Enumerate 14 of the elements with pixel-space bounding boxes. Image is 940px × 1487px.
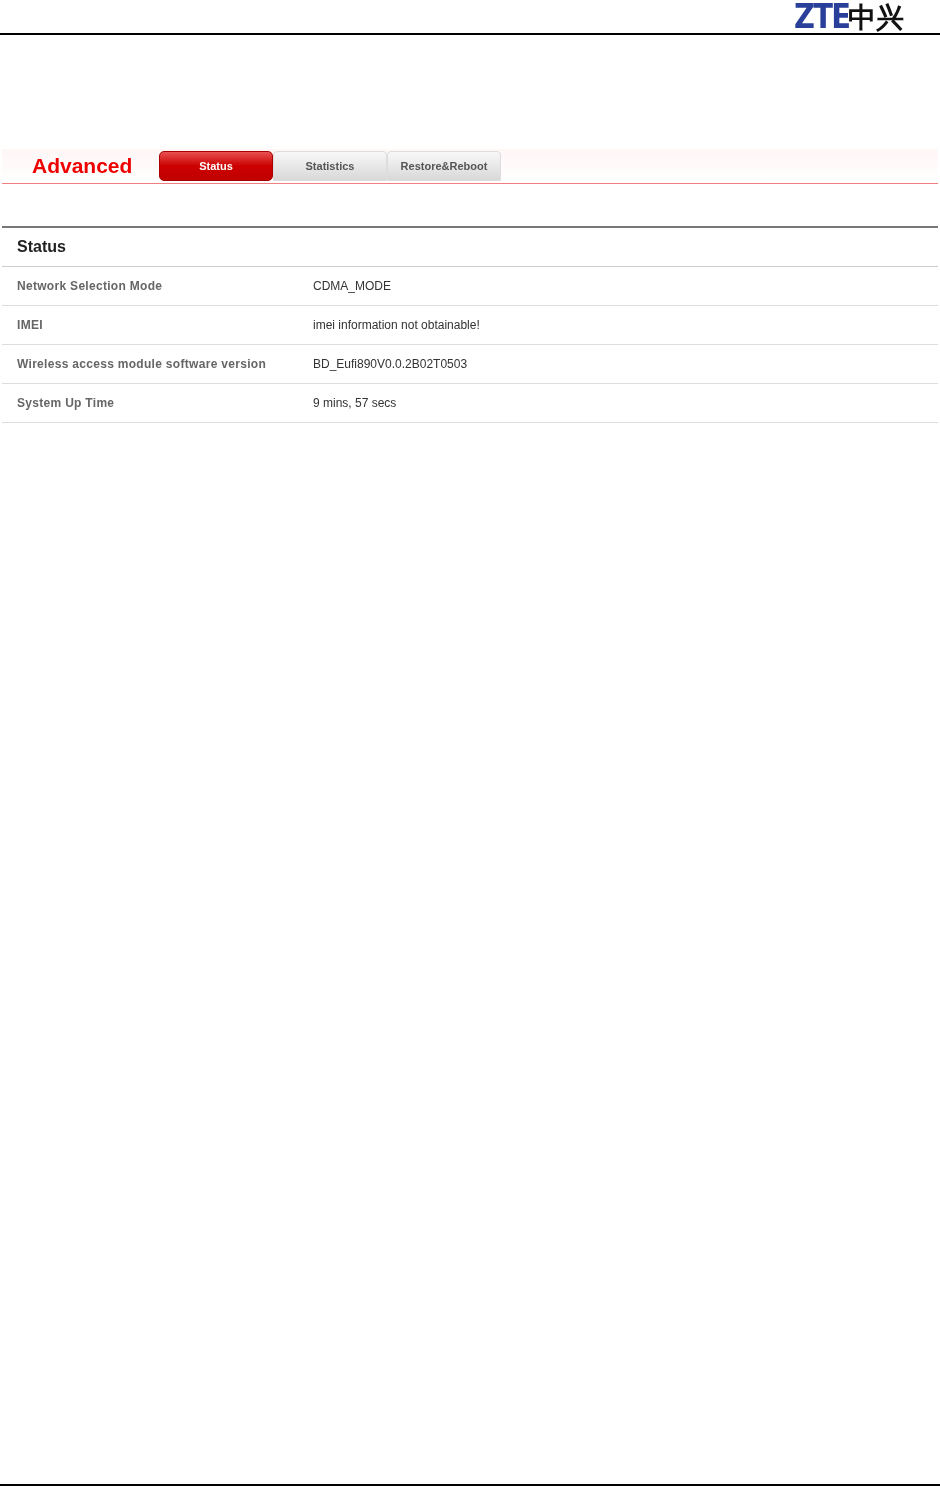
field-value: BD_Eufi890V0.0.2B02T0503 (313, 357, 468, 371)
panel-title: Status (2, 228, 938, 267)
field-label: Wireless access module software version (16, 357, 268, 371)
field-label: IMEI (16, 318, 44, 332)
field-label: Network Selection Mode (16, 279, 164, 293)
field-value: 9 mins, 57 secs (313, 396, 397, 410)
field-value: imei information not obtainable! (313, 318, 480, 332)
tab[interactable]: Status (159, 151, 273, 181)
field-value: CDMA_MODE (313, 279, 391, 293)
field-label: System Up Time (16, 396, 116, 410)
tab[interactable]: Statistics (273, 151, 387, 181)
tab[interactable]: Restore&Reboot (387, 151, 501, 181)
logo: ZTE中兴 (792, 0, 904, 33)
section-title: Advanced (31, 154, 134, 178)
